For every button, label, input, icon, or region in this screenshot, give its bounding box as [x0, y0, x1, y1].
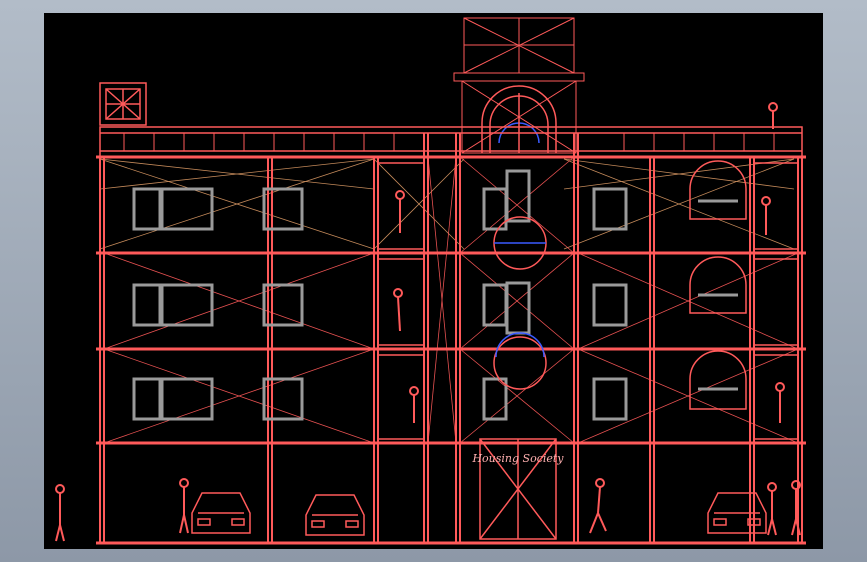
person-right-1	[767, 482, 777, 536]
parked-car-3	[707, 492, 767, 534]
balcony-railings	[377, 162, 799, 440]
person-right-balcony-1	[761, 196, 771, 235]
floor-slabs	[96, 155, 806, 545]
cad-viewport[interactable]: Housing Society	[44, 13, 823, 549]
water-tank	[99, 82, 147, 126]
person-balcony-3	[409, 386, 419, 423]
person-walking	[589, 478, 607, 534]
round-windows	[493, 216, 547, 390]
person-left-sidewalk	[55, 484, 65, 542]
person-near-car-1	[179, 478, 189, 534]
person-balcony-1	[395, 190, 405, 233]
rectangular-windows	[132, 169, 628, 421]
arched-tower-window	[481, 85, 557, 153]
building-elevation-drawing: Housing Society	[55, 17, 806, 545]
facade-cross-bracing	[103, 156, 799, 444]
society-sign-text: Housing Society	[471, 452, 564, 465]
columns	[99, 133, 803, 543]
arched-windows	[689, 160, 747, 410]
parked-car-2	[305, 494, 365, 536]
person-right-balcony-3	[775, 382, 785, 423]
roof-parapet	[99, 126, 803, 158]
person-roof	[768, 102, 778, 129]
person-balcony-2	[393, 288, 403, 332]
parked-car-1	[191, 492, 251, 534]
